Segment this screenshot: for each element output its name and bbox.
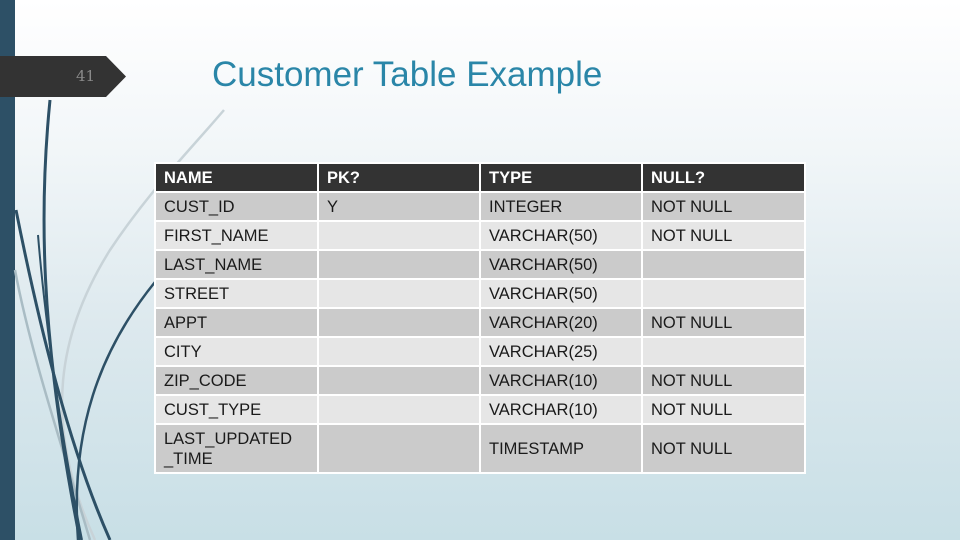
cell-null (643, 280, 804, 307)
cell-null: NOT NULL (643, 367, 804, 394)
table-row: CUST_TYPE VARCHAR(10) NOT NULL (156, 396, 804, 423)
cell-type: VARCHAR(10) (481, 396, 641, 423)
table-row: CUST_ID Y INTEGER NOT NULL (156, 193, 804, 220)
table-row: CITY VARCHAR(25) (156, 338, 804, 365)
curve-dark-4 (37, 234, 83, 540)
cell-type: VARCHAR(10) (481, 367, 641, 394)
cell-pk (319, 425, 479, 472)
header-null: NULL? (643, 164, 804, 191)
cell-pk (319, 309, 479, 336)
cell-null (643, 251, 804, 278)
header-name: NAME (156, 164, 317, 191)
cell-pk (319, 396, 479, 423)
table-row: APPT VARCHAR(20) NOT NULL (156, 309, 804, 336)
cell-type: VARCHAR(50) (481, 251, 641, 278)
slide-number-tab (0, 56, 126, 97)
cell-null: NOT NULL (643, 193, 804, 220)
cell-null: NOT NULL (643, 222, 804, 249)
table-row: LAST_NAME VARCHAR(50) (156, 251, 804, 278)
cell-pk (319, 251, 479, 278)
cell-name: APPT (156, 309, 317, 336)
curve-light-2 (13, 269, 92, 540)
table-row: ZIP_CODE VARCHAR(10) NOT NULL (156, 367, 804, 394)
cell-pk (319, 222, 479, 249)
cell-name: LAST_UPDATED _TIME (156, 425, 317, 472)
table-row: LAST_UPDATED _TIME TIMESTAMP NOT NULL (156, 425, 804, 472)
table-row: FIRST_NAME VARCHAR(50) NOT NULL (156, 222, 804, 249)
cell-type: VARCHAR(50) (481, 280, 641, 307)
cell-name: LAST_NAME (156, 251, 317, 278)
cell-name: CUST_TYPE (156, 396, 317, 423)
cell-name: CUST_ID (156, 193, 317, 220)
cell-null (643, 338, 804, 365)
slide-number: 41 (76, 67, 96, 85)
table-row: STREET VARCHAR(50) (156, 280, 804, 307)
table-header-row: NAME PK? TYPE NULL? (156, 164, 804, 191)
cell-null: NOT NULL (643, 425, 804, 472)
cell-pk (319, 367, 479, 394)
cell-pk (319, 338, 479, 365)
slide-title: Customer Table Example (212, 55, 603, 94)
cell-pk: Y (319, 193, 479, 220)
cell-type: VARCHAR(25) (481, 338, 641, 365)
cell-null: NOT NULL (643, 309, 804, 336)
curve-dark-2 (14, 209, 112, 540)
cell-name: CITY (156, 338, 317, 365)
cell-type: VARCHAR(20) (481, 309, 641, 336)
cell-name: ZIP_CODE (156, 367, 317, 394)
cell-pk (319, 280, 479, 307)
cell-type: INTEGER (481, 193, 641, 220)
customer-table: NAME PK? TYPE NULL? CUST_ID Y INTEGER NO… (154, 162, 806, 474)
curve-dark-1 (42, 99, 82, 540)
cell-type: VARCHAR(50) (481, 222, 641, 249)
cell-type: TIMESTAMP (481, 425, 641, 472)
cell-name: STREET (156, 280, 317, 307)
cell-name: FIRST_NAME (156, 222, 317, 249)
cell-null: NOT NULL (643, 396, 804, 423)
curve-dark-3 (75, 281, 156, 540)
header-pk: PK? (319, 164, 479, 191)
header-type: TYPE (481, 164, 641, 191)
